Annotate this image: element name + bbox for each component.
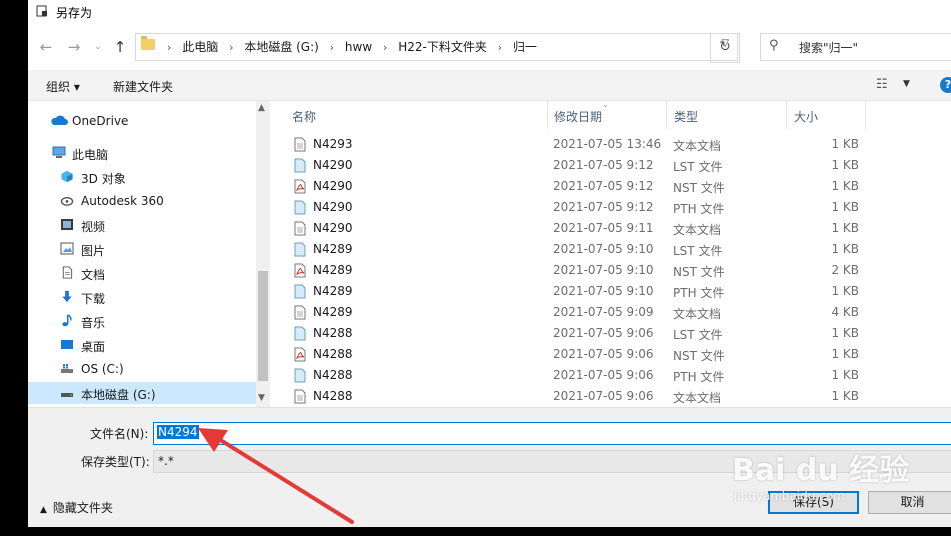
baidu-watermark: Bai du 经验 jingyan.baidu.com — [732, 445, 910, 503]
watermark-url: jingyan.baidu.com — [734, 489, 845, 503]
watermark-brand: Bai du 经验 — [732, 453, 910, 488]
